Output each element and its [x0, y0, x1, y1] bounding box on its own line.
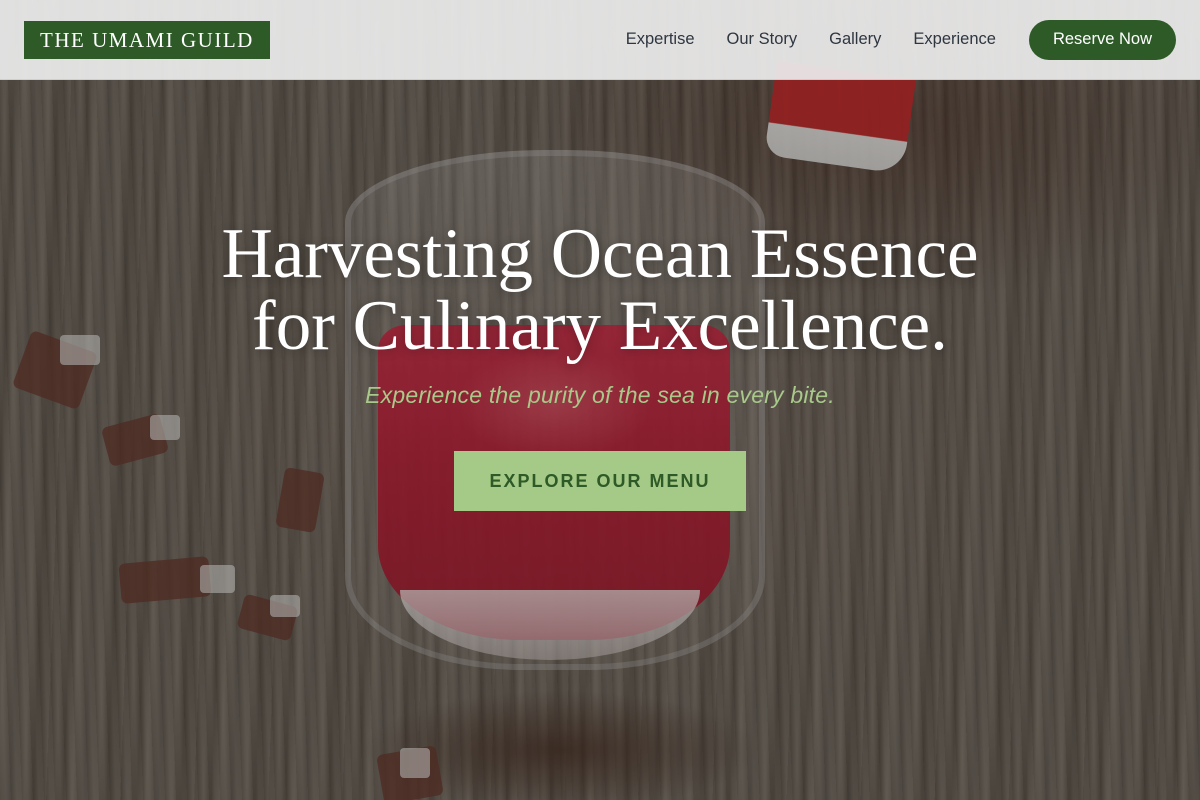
site-header: THE UMAMI GUILD Expertise Our Story Gall…: [0, 0, 1200, 80]
explore-menu-button[interactable]: EXPLORE OUR MENU: [454, 451, 746, 511]
nav-link-experience[interactable]: Experience: [913, 30, 996, 49]
nav-link-our-story[interactable]: Our Story: [727, 30, 798, 49]
hero-title: Harvesting Ocean Essence for Culinary Ex…: [221, 215, 979, 365]
hero-subtitle: Experience the purity of the sea in ever…: [365, 382, 835, 408]
reserve-now-button[interactable]: Reserve Now: [1028, 19, 1176, 60]
site-logo[interactable]: THE UMAMI GUILD: [24, 20, 270, 59]
hero-section: Harvesting Ocean Essence for Culinary Ex…: [0, 80, 1200, 800]
nav-link-expertise[interactable]: Expertise: [626, 30, 695, 49]
main-nav: Expertise Our Story Gallery Experience R…: [626, 19, 1176, 60]
nav-link-gallery[interactable]: Gallery: [829, 30, 881, 49]
